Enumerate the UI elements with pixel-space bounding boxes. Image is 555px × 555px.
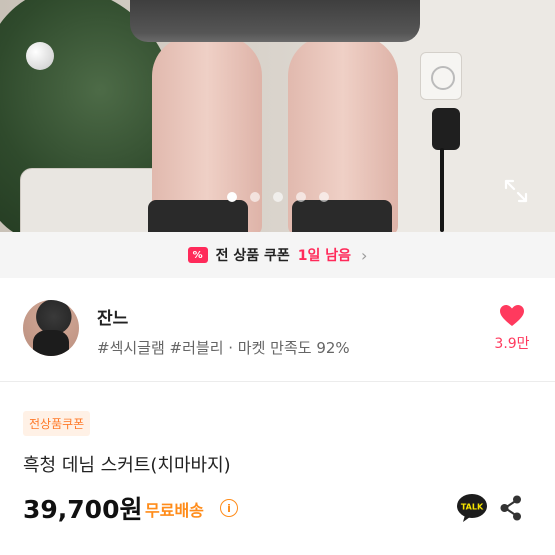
seller-tags: #섹시글램 #러블리 · 마켓 만족도 92%: [97, 339, 350, 357]
power-outlet: [420, 52, 462, 100]
coupon-icon: %: [187, 247, 208, 263]
carousel-dot[interactable]: [272, 192, 283, 202]
cable: [440, 148, 444, 232]
like-count: 3.9만: [494, 336, 530, 352]
share-icon[interactable]: [498, 494, 524, 522]
coupon-remaining: 1일 남음: [297, 248, 351, 264]
ornament: [26, 42, 54, 70]
product-name: 흑청 데님 스커트(치마바지): [23, 455, 231, 476]
product-price: 39,700원: [23, 495, 143, 524]
shipping-label: 무료배송: [145, 501, 204, 520]
carousel-dot[interactable]: [226, 192, 237, 202]
coupon-badge: 전상품쿠폰: [23, 411, 91, 436]
carousel-dot[interactable]: [318, 192, 329, 202]
product-image[interactable]: [0, 0, 555, 232]
info-icon[interactable]: i: [220, 499, 238, 517]
svg-text:TALK: TALK: [461, 503, 484, 512]
carousel-indicator: [0, 192, 555, 206]
carousel-dot[interactable]: [249, 192, 260, 202]
avatar[interactable]: [23, 300, 79, 356]
seller-name[interactable]: 잔느: [97, 304, 128, 329]
denim-skirt: [130, 0, 420, 42]
expand-icon[interactable]: [503, 178, 529, 204]
chevron-right-icon: ›: [361, 245, 368, 265]
kakaotalk-icon[interactable]: TALK: [456, 493, 488, 523]
carousel-dot[interactable]: [295, 192, 306, 202]
plug: [432, 108, 460, 150]
heart-icon[interactable]: [499, 304, 525, 328]
coupon-banner[interactable]: % 전 상품 쿠폰 1일 남음 ›: [0, 232, 555, 278]
seller-row[interactable]: 잔느 #섹시글램 #러블리 · 마켓 만족도 92% 3.9만: [0, 278, 555, 382]
coupon-banner-text: 전 상품 쿠폰: [215, 248, 290, 264]
